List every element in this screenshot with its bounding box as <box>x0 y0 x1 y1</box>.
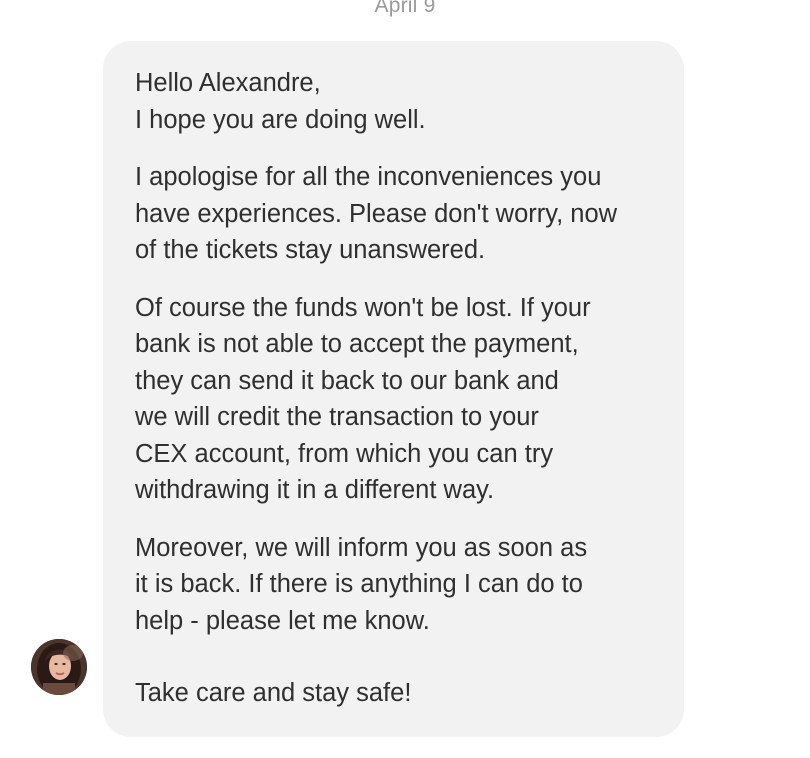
sender-avatar[interactable] <box>31 639 87 695</box>
user-avatar-icon <box>31 639 87 695</box>
message-paragraph-apology: I apologise for all the inconveniences y… <box>135 163 618 264</box>
date-separator: April 9 <box>374 0 436 17</box>
message-paragraph-follow-up: Moreover, we will inform you as soon as … <box>135 533 588 635</box>
message-sign-off: Take care and stay safe! <box>135 679 412 707</box>
chat-screen: April 9 Hello Alexandre, I hope you are … <box>0 0 810 758</box>
message-paragraph-greeting: Hello Alexandre, I hope you are doing we… <box>135 69 426 134</box>
message-bubble[interactable]: Hello Alexandre, I hope you are doing we… <box>103 41 684 737</box>
message-paragraph-funds: Of course the funds won't be lost. If yo… <box>135 293 591 505</box>
